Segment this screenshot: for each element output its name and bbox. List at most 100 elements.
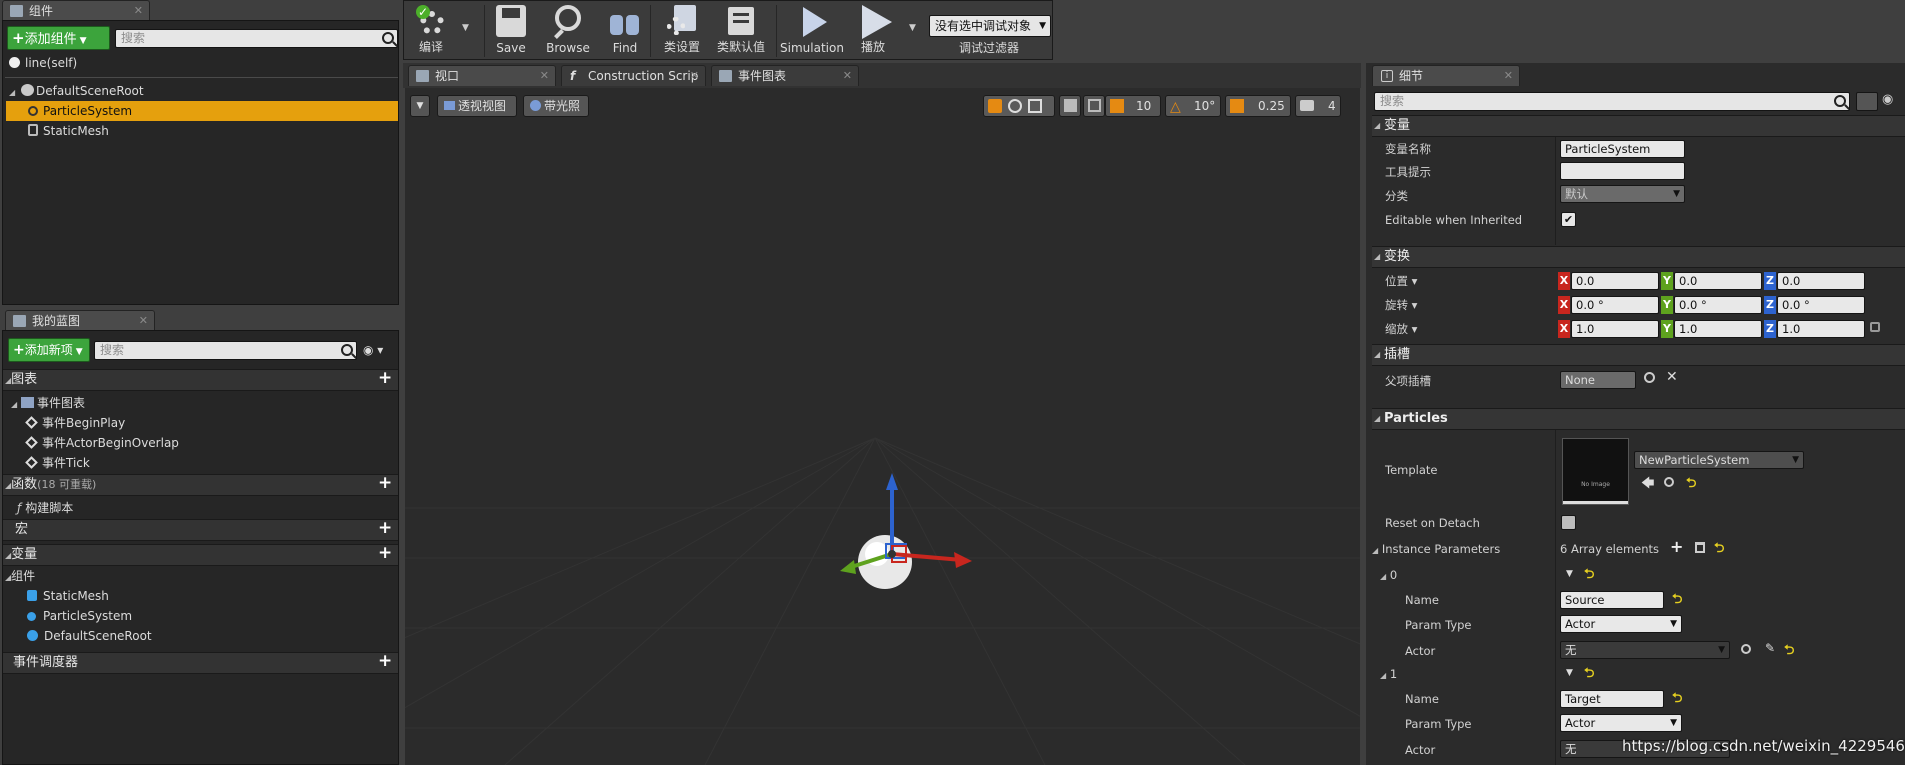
- editable-inherited-checkbox[interactable]: ✔: [1561, 212, 1576, 227]
- add-function-icon[interactable]: +: [378, 475, 392, 492]
- element-menu-chevron-icon[interactable]: ▼: [1566, 668, 1573, 678]
- rotate-icon[interactable]: [1008, 99, 1022, 113]
- tab-viewport[interactable]: 视口 ✕: [408, 65, 556, 86]
- class-defaults-button[interactable]: 类默认值: [710, 1, 772, 59]
- camera-speed-button[interactable]: 4: [1295, 95, 1341, 117]
- visibility-eye-icon[interactable]: ◉ ▾: [363, 343, 393, 357]
- save-button[interactable]: Save: [488, 1, 534, 59]
- element-0-actor-select[interactable]: 无: [1560, 641, 1730, 659]
- close-icon[interactable]: ✕: [1504, 66, 1513, 86]
- scale-label[interactable]: 缩放 ▾: [1385, 321, 1417, 337]
- template-select[interactable]: NewParticleSystem: [1634, 451, 1804, 469]
- class-settings-button[interactable]: 类设置: [654, 1, 710, 59]
- close-icon[interactable]: ✕: [540, 66, 549, 86]
- macros-section[interactable]: 宏 +: [3, 519, 398, 541]
- viewport[interactable]: ▼ 透视视图 带光照 10 △ 10° 0.25 4: [405, 88, 1360, 765]
- scale-lock-icon[interactable]: [1870, 322, 1880, 332]
- add-component-button[interactable]: +添加组件 ▼: [7, 26, 110, 50]
- tab-construction-script[interactable]: f Construction Scrip ✕: [561, 65, 706, 86]
- scale-snap-value[interactable]: 0.25: [1258, 96, 1285, 116]
- element-0-name-field[interactable]: Source: [1560, 591, 1664, 609]
- reset-to-default-icon[interactable]: ⮌: [1672, 689, 1682, 711]
- graphs-section[interactable]: ◢图表 +: [3, 369, 398, 391]
- add-graph-icon[interactable]: +: [378, 370, 392, 387]
- search-icon[interactable]: [1644, 372, 1655, 383]
- rotation-snap-value[interactable]: 10°: [1194, 96, 1215, 116]
- transform-section[interactable]: 变换: [1372, 246, 1905, 268]
- transform-mode-group[interactable]: [983, 95, 1055, 117]
- search-icon[interactable]: [1741, 644, 1751, 654]
- event-dispatchers-section[interactable]: 事件调度器 +: [3, 652, 398, 674]
- details-search-input[interactable]: 搜索: [1374, 92, 1850, 111]
- trash-icon[interactable]: [1695, 542, 1705, 553]
- construction-script-item[interactable]: ƒ 构建脚本: [3, 498, 73, 518]
- reset-on-detach-checkbox[interactable]: [1561, 515, 1576, 530]
- location-y-field[interactable]: 0.0: [1674, 272, 1762, 290]
- lit-mode-button[interactable]: 带光照: [523, 95, 589, 117]
- tab-event-graph[interactable]: 事件图表 ✕: [711, 65, 859, 86]
- scale-z-field[interactable]: 1.0: [1777, 320, 1865, 338]
- particles-section[interactable]: Particles: [1372, 408, 1905, 430]
- viewport-options-button[interactable]: ▼: [410, 95, 430, 117]
- event-item-actorbeginoverlap[interactable]: 事件ActorBeginOverlap: [3, 433, 179, 453]
- event-item-beginplay[interactable]: 事件BeginPlay: [3, 413, 125, 433]
- element-1-name-field[interactable]: Target: [1560, 690, 1664, 708]
- reset-to-default-icon[interactable]: ⮌: [1584, 565, 1594, 587]
- tree-item-staticmesh[interactable]: StaticMesh: [3, 121, 398, 141]
- rotation-z-field[interactable]: 0.0 °: [1777, 296, 1865, 314]
- property-matrix-button[interactable]: [1856, 92, 1878, 111]
- blueprint-search-input[interactable]: 搜索: [94, 341, 357, 360]
- category-select[interactable]: 默认: [1560, 185, 1685, 203]
- variable-item-particlesystem[interactable]: ParticleSystem: [3, 606, 132, 626]
- reset-to-default-icon[interactable]: ⮌: [1714, 539, 1724, 561]
- add-macro-icon[interactable]: +: [378, 520, 392, 537]
- debug-object-select[interactable]: 没有选中调试对象 ▼: [929, 15, 1051, 37]
- add-new-button[interactable]: +添加新项 ▼: [8, 338, 90, 362]
- close-icon[interactable]: ✕: [690, 66, 699, 86]
- sockets-section[interactable]: 插槽: [1372, 344, 1905, 366]
- self-item[interactable]: line(self): [3, 53, 398, 73]
- rotation-label[interactable]: 旋转 ▾: [1385, 297, 1417, 313]
- browse-asset-icon[interactable]: [1664, 477, 1674, 487]
- details-tab[interactable]: i 细节 ✕: [1372, 65, 1520, 86]
- element-menu-chevron-icon[interactable]: ▼: [1566, 569, 1573, 579]
- browse-button[interactable]: Browse: [538, 1, 598, 59]
- play-button[interactable]: 播放: [848, 1, 898, 59]
- compile-button[interactable]: ✓ 编译: [406, 1, 456, 59]
- play-options-dropdown[interactable]: ▼: [909, 23, 916, 33]
- grid-snap-value[interactable]: 10: [1136, 96, 1151, 116]
- clear-icon[interactable]: ✕: [1666, 369, 1678, 385]
- reset-to-default-icon[interactable]: ⮌: [1784, 641, 1794, 663]
- event-graph-item[interactable]: ◢ 事件图表: [3, 393, 85, 413]
- translate-icon[interactable]: [988, 99, 1002, 113]
- event-item-tick[interactable]: 事件Tick: [3, 453, 90, 473]
- template-thumbnail[interactable]: No Image: [1562, 438, 1629, 505]
- rotation-x-field[interactable]: 0.0 °: [1571, 296, 1659, 314]
- variable-section[interactable]: 变量: [1372, 115, 1905, 137]
- location-z-field[interactable]: 0.0: [1777, 272, 1865, 290]
- close-icon[interactable]: ✕: [139, 311, 148, 331]
- my-blueprint-tab[interactable]: 我的蓝图 ✕: [5, 310, 155, 331]
- element-1-param-type-select[interactable]: Actor: [1560, 714, 1682, 732]
- location-label[interactable]: 位置 ▾: [1385, 273, 1417, 289]
- visibility-eye-icon[interactable]: ◉: [1882, 92, 1893, 107]
- scale-icon[interactable]: [1028, 99, 1042, 113]
- element-0-param-type-select[interactable]: Actor: [1560, 615, 1682, 633]
- grid-snap-toggle[interactable]: 10: [1105, 95, 1161, 117]
- functions-section[interactable]: ◢函数(18 可重载) +: [3, 474, 398, 496]
- find-button[interactable]: Find: [602, 1, 648, 59]
- tooltip-field[interactable]: [1560, 162, 1685, 180]
- world-local-toggle[interactable]: [1059, 95, 1081, 117]
- transform-gizmo[interactable]: [830, 468, 990, 628]
- add-element-icon[interactable]: +: [1670, 537, 1683, 556]
- components-category[interactable]: ◢组件: [3, 566, 35, 586]
- camera-speed-value[interactable]: 4: [1328, 96, 1336, 116]
- location-x-field[interactable]: 0.0: [1571, 272, 1659, 290]
- close-icon[interactable]: ✕: [134, 1, 143, 21]
- reset-to-default-icon[interactable]: ⮌: [1672, 590, 1682, 612]
- add-variable-icon[interactable]: +: [378, 545, 392, 562]
- components-search-input[interactable]: 搜索: [115, 29, 398, 48]
- surface-snap-toggle[interactable]: [1083, 95, 1105, 117]
- scale-x-field[interactable]: 1.0: [1571, 320, 1659, 338]
- compile-options-dropdown[interactable]: ▼: [462, 23, 469, 33]
